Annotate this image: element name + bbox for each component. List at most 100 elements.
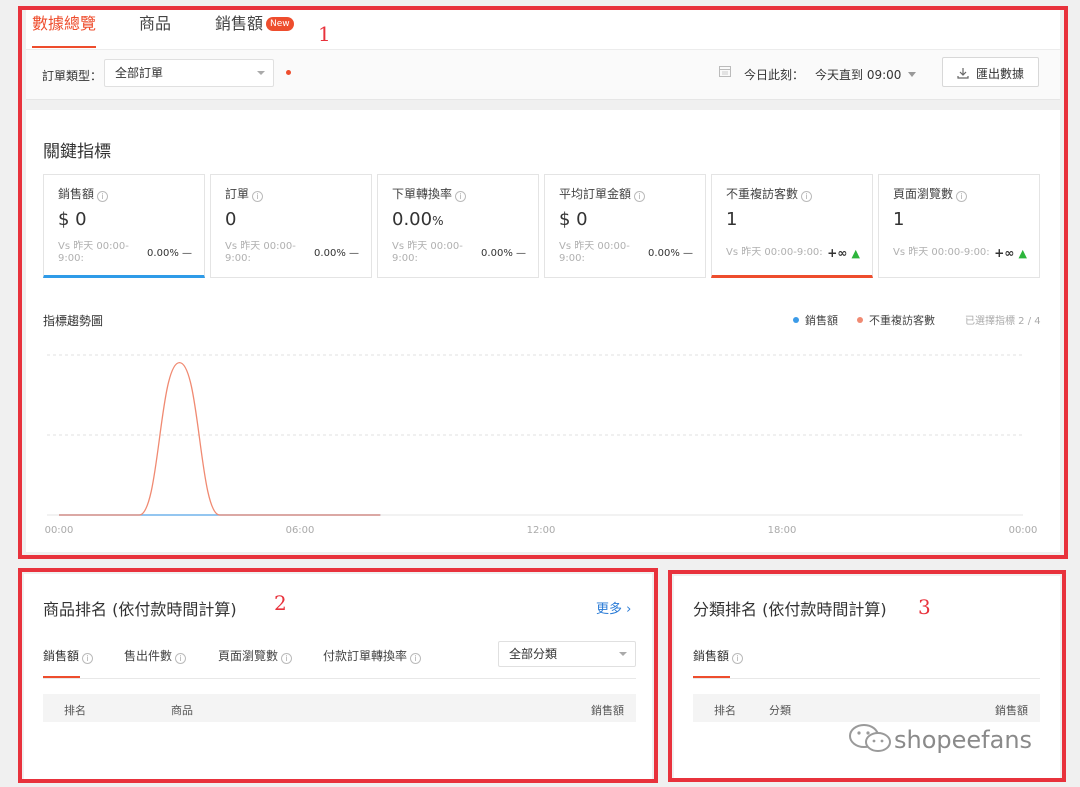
metric-card-orders[interactable]: 訂單 i 0 Vs 昨天 00:00-9:00: 0.00% — <box>210 174 372 278</box>
chevron-down-icon <box>257 71 265 75</box>
rank-tab-paid-conversion[interactable]: 付款訂單轉換率 i <box>323 647 422 664</box>
product-ranking-panel: 商品排名 (依付款時間計算) 更多 › 銷售額 i 售出件數 i 頁面瀏覽數 i 付款… <box>24 574 652 779</box>
metric-value-number: 0.00 <box>392 209 433 230</box>
new-badge: New <box>266 17 294 31</box>
category-tab-label: 銷售額 <box>693 649 730 663</box>
metric-change: 0.00% — <box>314 248 359 259</box>
metric-card-unique-visitors[interactable]: 不重複訪客數 i 1 Vs 昨天 00:00-9:00: +∞ ▲ <box>711 174 873 278</box>
metric-compare: Vs 昨天 00:00-9:00: <box>58 241 129 264</box>
legend-item-sales[interactable]: 銷售額 <box>793 312 838 328</box>
metric-change: +∞ ▲ <box>994 246 1027 260</box>
metric-value: 0.00% <box>392 209 443 230</box>
col-rank: 排名 <box>714 704 736 717</box>
selected-metrics-count: 已選擇指標 2 / 4 <box>965 316 1041 327</box>
metric-title: 頁面瀏覽數 i <box>893 185 968 202</box>
product-ranking-title: 商品排名 (依付款時間計算) <box>43 600 237 619</box>
tab-sales-label: 銷售額 <box>215 14 264 33</box>
date-label: 今日此刻： <box>744 68 805 82</box>
col-rank: 排名 <box>64 704 86 717</box>
category-select-value: 全部分類 <box>509 647 558 661</box>
metric-change: 0.00% — <box>648 248 693 259</box>
metric-compare: Vs 昨天 00:00-9:00: <box>893 247 990 258</box>
metric-title-text: 不重複訪客數 <box>726 187 799 201</box>
top-tabs: 數據總覽 商品 銷售額 New <box>26 10 1060 50</box>
legend-dot <box>793 317 799 323</box>
info-icon: i <box>410 653 422 664</box>
metric-card-sales[interactable]: 銷售額 i $ 0 Vs 昨天 00:00-9:00: 0.00% — <box>43 174 205 278</box>
metric-title-text: 頁面瀏覽數 <box>893 187 954 201</box>
metric-title: 不重複訪客數 i <box>726 185 813 202</box>
rank-tab-label: 銷售額 <box>43 649 80 663</box>
chevron-down-icon <box>619 652 627 656</box>
wechat-icon <box>849 724 891 752</box>
metric-card-avg-order-value[interactable]: 平均訂單金額 i $ 0 Vs 昨天 00:00-9:00: 0.00% — <box>544 174 706 278</box>
more-link[interactable]: 更多 › <box>596 598 631 617</box>
metric-value: $ 0 <box>58 209 87 230</box>
rank-tab-sales[interactable]: 銷售額 i <box>43 647 94 664</box>
export-data-button[interactable]: 匯出數據 <box>942 57 1039 87</box>
x-tick-label: 12:00 <box>527 525 556 536</box>
tab-products[interactable]: 商品 <box>139 14 171 48</box>
legend-label: 不重複訪客數 <box>869 314 935 327</box>
metric-change: 0.00% — <box>147 248 192 259</box>
category-table-header: 排名 分類 銷售額 <box>693 694 1040 722</box>
col-sales: 銷售額 <box>591 704 624 717</box>
col-product: 商品 <box>171 704 193 717</box>
info-icon: i <box>801 191 813 202</box>
rank-tab-label: 頁面瀏覽數 <box>218 649 279 663</box>
x-tick-label: 00:00 <box>1009 525 1038 536</box>
series-line-unique-visitors <box>59 361 381 516</box>
category-select[interactable]: 全部分類 <box>498 641 636 667</box>
metric-card-conversion-rate[interactable]: 下單轉換率 i 0.00% Vs 昨天 00:00-9:00: 0.00% — <box>377 174 539 278</box>
metric-title-text: 平均訂單金額 <box>559 187 632 201</box>
legend-label: 銷售額 <box>805 314 838 327</box>
metric-title: 平均訂單金額 i <box>559 185 646 202</box>
x-tick-label: 06:00 <box>286 525 315 536</box>
category-tab-sales[interactable]: 銷售額 i <box>693 647 744 664</box>
metric-change-value: +∞ <box>994 246 1015 260</box>
metric-value-unit: % <box>432 214 444 228</box>
info-icon: i <box>175 653 187 664</box>
more-label: 更多 <box>596 602 623 617</box>
arrow-up-icon: ▲ <box>851 247 860 260</box>
order-type-select[interactable]: 全部訂單 <box>104 59 274 87</box>
annotation-number-3: 3 <box>918 595 931 619</box>
metric-card-page-views[interactable]: 頁面瀏覽數 i 1 Vs 昨天 00:00-9:00: +∞ ▲ <box>878 174 1040 278</box>
info-icon: i <box>281 653 293 664</box>
tab-data-overview[interactable]: 數據總覽 <box>32 14 97 48</box>
legend-dot <box>857 317 863 323</box>
tabs-divider <box>43 678 636 679</box>
watermark: shopeefans <box>846 722 1032 754</box>
tab-sales[interactable]: 銷售額 New <box>215 14 294 48</box>
metric-title-text: 下單轉換率 <box>392 187 453 201</box>
section-gap <box>26 100 1060 110</box>
required-dot <box>286 70 291 75</box>
legend-item-unique-visitors[interactable]: 不重複訪客數 <box>857 312 935 328</box>
rank-tab-label: 付款訂單轉換率 <box>323 649 408 663</box>
metric-compare: Vs 昨天 00:00-9:00: <box>559 241 630 264</box>
info-icon: i <box>252 191 264 202</box>
download-icon <box>957 68 969 79</box>
chevron-right-icon: › <box>626 602 632 617</box>
rank-tab-units-sold[interactable]: 售出件數 i <box>124 647 187 664</box>
metric-change: 0.00% — <box>481 248 526 259</box>
arrow-up-icon: ▲ <box>1018 247 1027 260</box>
metric-title: 訂單 i <box>225 185 264 202</box>
annotation-number-1: 1 <box>318 22 331 46</box>
date-range-select[interactable]: 今天直到 09:00 <box>815 66 901 83</box>
watermark-text: shopeefans <box>894 726 1033 754</box>
rank-tab-page-views[interactable]: 頁面瀏覽數 i <box>218 647 293 664</box>
metric-change: +∞ ▲ <box>827 246 860 260</box>
metric-title: 銷售額 i <box>58 185 109 202</box>
order-type-label: 訂單類型： <box>42 69 103 83</box>
info-icon: i <box>82 653 94 664</box>
info-icon: i <box>634 191 646 202</box>
metric-value: 1 <box>893 209 905 230</box>
info-icon: i <box>455 191 467 202</box>
order-type-value: 全部訂單 <box>115 66 164 80</box>
metric-compare: Vs 昨天 00:00-9:00: <box>726 247 823 258</box>
trend-chart-title: 指標趨勢圖 <box>43 314 104 328</box>
data-overview-panel: 數據總覽 商品 銷售額 New 訂單類型： 全部訂單 今日此刻： 今天直到 09:… <box>26 10 1060 552</box>
metric-change-value: +∞ <box>827 246 848 260</box>
date-chevron-down-icon[interactable] <box>908 72 916 77</box>
